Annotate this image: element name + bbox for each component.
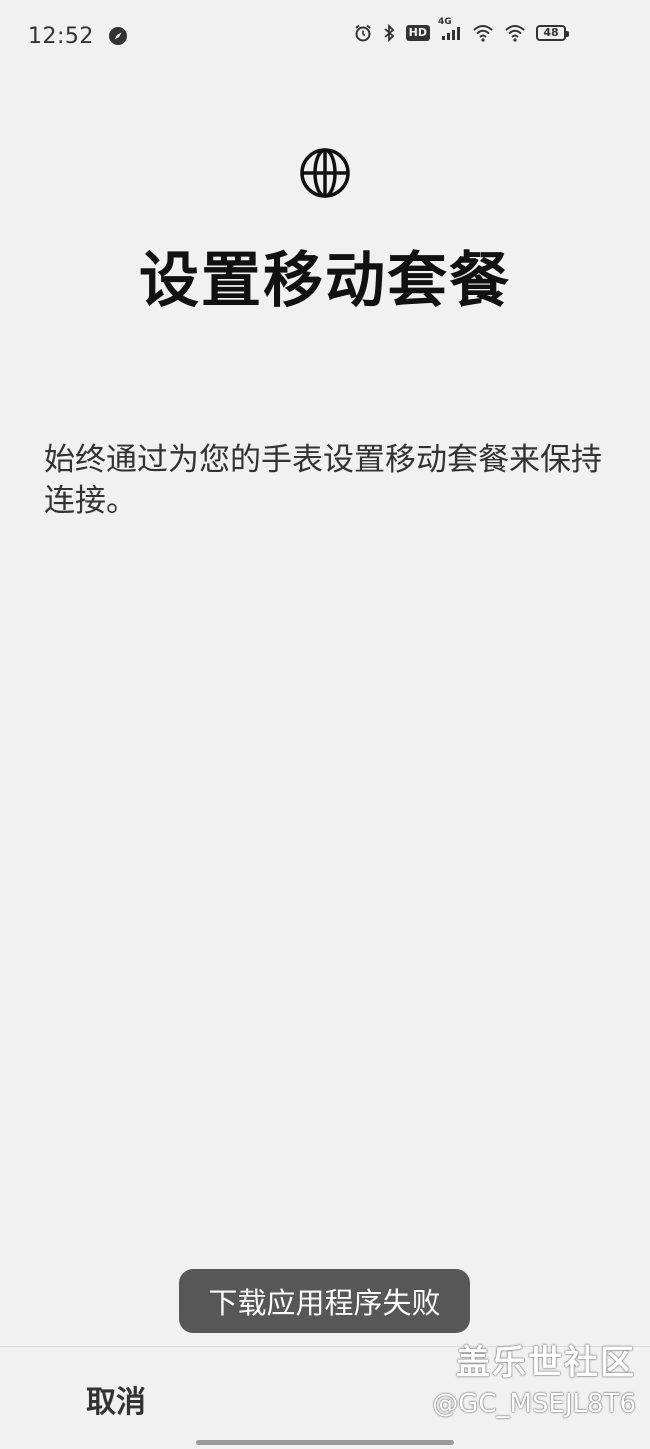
description-text: 始终通过为您的手表设置移动套餐来保持连接。 bbox=[44, 442, 602, 519]
status-time: 12:52 bbox=[28, 23, 94, 49]
toast-message: 下载应用程序失败 bbox=[179, 1269, 470, 1333]
alarm-icon bbox=[354, 24, 372, 42]
home-indicator[interactable] bbox=[196, 1440, 454, 1445]
globe-icon bbox=[299, 147, 351, 199]
watermark-brand: 盖乐世社区 bbox=[456, 1343, 636, 1383]
wifi-icon bbox=[504, 24, 526, 42]
watermark-user: @GC_MSEJL8T6 bbox=[432, 1389, 636, 1419]
page-title: 设置移动套餐 bbox=[139, 246, 511, 316]
wifi-icon bbox=[472, 24, 494, 42]
watermark: 盖乐世社区 @GC_MSEJL8T6 bbox=[432, 1340, 636, 1422]
screen: 12:52 HD 4G 48 设置移动套餐 始终通过为您的手表设置移动套餐来保持… bbox=[0, 0, 650, 1449]
status-bar: 12:52 HD 4G 48 bbox=[0, 0, 650, 72]
signal-icon: 4G bbox=[438, 17, 462, 41]
cancel-button[interactable]: 取消 bbox=[60, 1370, 172, 1428]
bluetooth-icon bbox=[382, 24, 396, 42]
hd-icon: HD bbox=[405, 25, 430, 41]
compass-icon bbox=[108, 26, 128, 46]
battery-icon: 48 bbox=[536, 25, 569, 41]
network-type-label: 4G bbox=[438, 17, 452, 27]
